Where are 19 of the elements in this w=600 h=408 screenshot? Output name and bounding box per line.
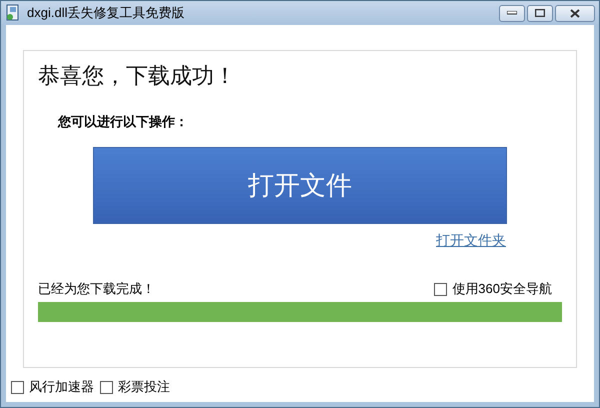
- checkbox-label: 使用360安全导航: [452, 280, 552, 298]
- checkbox[interactable]: [434, 282, 448, 296]
- checkbox-label: 彩票投注: [118, 378, 170, 396]
- open-file-button[interactable]: 打开文件: [93, 147, 507, 224]
- checkbox-label: 风行加速器: [29, 378, 94, 396]
- window-title: dxgi.dll丢失修复工具免费版: [27, 4, 186, 22]
- maximize-button[interactable]: [527, 4, 553, 22]
- instruction-text: 您可以进行以下操作：: [58, 113, 189, 131]
- success-heading: 恭喜您，下载成功！: [38, 62, 237, 90]
- app-icon: [5, 4, 21, 22]
- maximize-icon: [535, 9, 545, 17]
- open-folder-link[interactable]: 打开文件夹: [436, 232, 506, 250]
- close-icon: [570, 8, 580, 18]
- close-button[interactable]: [555, 4, 595, 22]
- checkbox[interactable]: [100, 380, 113, 394]
- minimize-button[interactable]: [499, 4, 525, 22]
- checkbox[interactable]: [11, 380, 24, 394]
- minimize-icon: [507, 11, 517, 15]
- download-status-text: 已经为您下载完成！: [38, 280, 155, 298]
